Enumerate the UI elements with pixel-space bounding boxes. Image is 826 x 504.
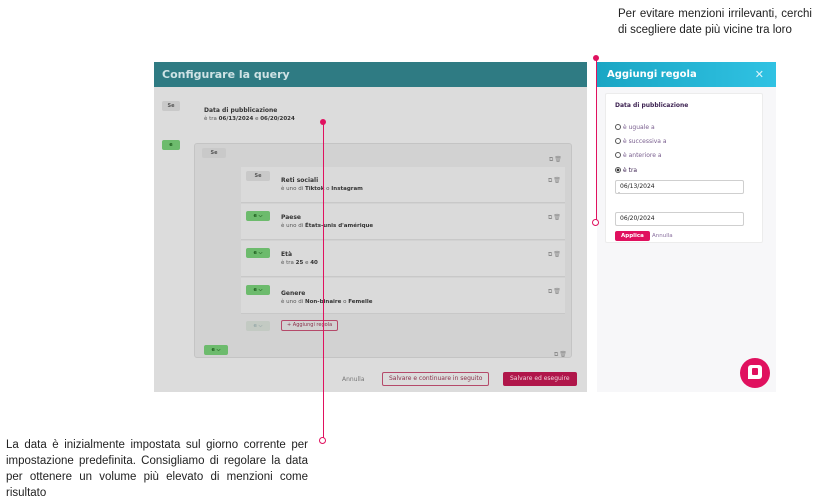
rule-value-1: 25 xyxy=(295,260,304,266)
date-from-input[interactable]: 06/13/2024 xyxy=(615,180,744,194)
group-chip-if[interactable]: Se xyxy=(202,148,226,158)
modal-body: Se Data di pubblicazione è tra 06/13/202… xyxy=(154,87,587,392)
rule-value-2: Instagram xyxy=(331,186,363,192)
option-equal[interactable]: è uguale a xyxy=(615,124,655,131)
add-rule-panel: Aggiungi regola ✕ Data di pubblicazione … xyxy=(597,62,776,392)
rule-summary: è uno di Tiktok o Instagram xyxy=(281,186,363,192)
option-between[interactable]: è tra xyxy=(615,167,637,174)
rule-actions-icon[interactable]: ⧉🗑 xyxy=(548,214,562,222)
rule-conj: e xyxy=(305,260,309,266)
date-separator: - xyxy=(618,190,620,196)
chat-icon xyxy=(748,365,762,379)
rule-value-2: 40 xyxy=(310,260,318,266)
option-label: è successiva a xyxy=(623,138,667,145)
radio-icon[interactable] xyxy=(615,124,621,130)
rule-prefix: è uno di xyxy=(281,223,304,229)
save-continue-button[interactable]: Salvare e continuare in seguito xyxy=(382,372,490,386)
rule-row[interactable]: e ⌵ Genere è uno di Non-binaire o Femell… xyxy=(241,278,565,314)
logic-chip-and-bottom[interactable]: e ⌵ xyxy=(204,345,228,355)
rule-value-2: Femelle xyxy=(348,299,373,305)
rule-value-1: Tiktok xyxy=(305,186,325,192)
rule-prefix: è uno di xyxy=(281,299,304,305)
rule-actions-icon[interactable]: ⧉🗑 xyxy=(548,177,562,185)
rule-conj: o xyxy=(326,186,330,192)
rule-chip[interactable]: e ⌵ xyxy=(246,248,270,258)
rule-group-card: Se ⧉🗑 Se Reti sociali è uno di Tiktok o … xyxy=(194,143,572,358)
chat-button[interactable] xyxy=(740,358,770,388)
option-before[interactable]: è anteriore a xyxy=(615,152,662,159)
cancel-link[interactable]: Annulla xyxy=(652,231,673,241)
rule-title: Età xyxy=(281,251,293,258)
radio-selected-icon[interactable] xyxy=(615,167,621,173)
option-label: è tra xyxy=(623,167,638,174)
modal-title: Configurare la query xyxy=(154,62,587,87)
rule-summary: è uno di États-unis d'amérique xyxy=(281,223,373,229)
connector-ring xyxy=(592,219,599,226)
close-icon[interactable]: ✕ xyxy=(755,62,764,87)
date-rule-editor: Data di pubblicazione è uguale a è succe… xyxy=(605,93,763,243)
date-rule-to: 06/20/2024 xyxy=(260,116,295,122)
annotation-default-date-tip: La data è inizialmente impostata sul gio… xyxy=(6,439,308,499)
add-rule-button[interactable]: + Aggiungi regola xyxy=(281,320,339,331)
rule-title: Paese xyxy=(281,214,301,221)
panel-title: Aggiungi regola xyxy=(607,69,697,80)
date-rule-from: 06/13/2024 xyxy=(218,116,254,122)
connector-ring xyxy=(319,437,326,444)
rule-prefix: è tra xyxy=(281,260,294,266)
bottom-actions-icon[interactable]: ⧉🗑 xyxy=(554,351,568,359)
option-after[interactable]: è successiva a xyxy=(615,138,667,145)
option-label: è anteriore a xyxy=(623,152,662,159)
option-label: è uguale a xyxy=(623,124,655,131)
rule-actions-icon[interactable]: ⧉🗑 xyxy=(548,251,562,259)
rule-actions-icon[interactable]: ⧉🗑 xyxy=(548,288,562,296)
configure-query-modal: Configurare la query Se Data di pubblica… xyxy=(154,62,587,392)
condition-chip-if[interactable]: Se xyxy=(162,101,180,111)
rule-value-1: États-unis d'amérique xyxy=(305,223,374,229)
date-rule-conj: e xyxy=(255,116,259,122)
date-to-input[interactable]: 06/20/2024 xyxy=(615,212,744,226)
rule-prefix: è uno di xyxy=(281,186,304,192)
rule-summary: è tra 25 e 40 xyxy=(281,260,318,266)
date-rule-title: Data di pubblicazione xyxy=(204,107,278,114)
radio-icon[interactable] xyxy=(615,138,621,144)
cancel-button[interactable]: Annulla xyxy=(342,376,365,383)
save-run-button[interactable]: Salvare ed eseguire xyxy=(503,372,577,386)
radio-icon[interactable] xyxy=(615,152,621,158)
connector-line xyxy=(596,58,597,222)
rule-chip[interactable]: Se xyxy=(246,171,270,181)
rule-row[interactable]: Se Reti sociali è uno di Tiktok o Instag… xyxy=(241,167,565,203)
rule-row[interactable]: e ⌵ Età è tra 25 e 40 ⧉🗑 xyxy=(241,241,565,277)
rule-chip[interactable]: e ⌵ xyxy=(246,211,270,221)
date-rule-prefix: è tra xyxy=(204,116,217,122)
apply-button[interactable]: Applica xyxy=(615,231,650,241)
date-rule-summary: è tra 06/13/2024 e 06/20/2024 xyxy=(204,116,295,122)
connector-line xyxy=(323,122,324,439)
logic-chip-and[interactable]: e xyxy=(162,140,180,150)
rule-row[interactable]: e ⌵ Paese è uno di États-unis d'amérique… xyxy=(241,204,565,240)
annotation-date-range-tip: Per evitare menzioni irrilevanti, cerchi… xyxy=(618,8,812,36)
rule-summary: è uno di Non-binaire o Femelle xyxy=(281,299,372,305)
editor-title: Data di pubblicazione xyxy=(615,102,689,109)
rule-chip[interactable]: e ⌵ xyxy=(246,285,270,295)
rule-conj: o xyxy=(343,299,347,305)
panel-header: Aggiungi regola ✕ xyxy=(597,62,776,87)
rule-title: Genere xyxy=(281,290,306,297)
group-actions-icon[interactable]: ⧉🗑 xyxy=(549,156,563,164)
logic-chip-disabled: e ⌵ xyxy=(246,321,270,331)
rule-title: Reti sociali xyxy=(281,177,319,184)
